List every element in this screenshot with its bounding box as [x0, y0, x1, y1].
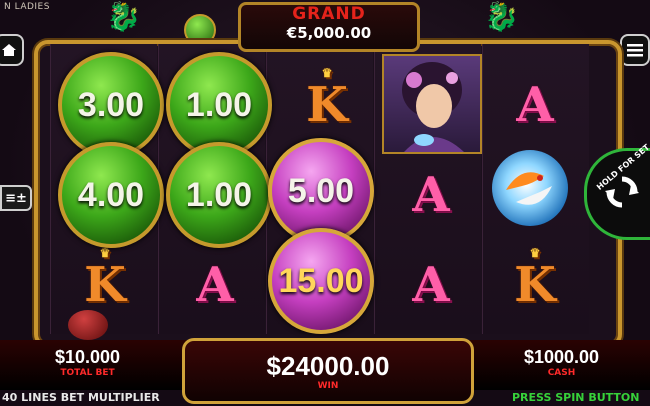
game-title: N LADIES	[4, 2, 50, 12]
cash-display: $1000.00 CASH	[474, 343, 649, 385]
symbol-a: A	[516, 77, 554, 133]
menu-icon	[627, 44, 643, 57]
total-bet-display[interactable]: $10.000 TOTAL BET	[0, 343, 175, 385]
cash-value: $1000.00	[523, 347, 600, 367]
koi-fish-icon	[506, 172, 552, 205]
symbol-k: K ♛	[514, 246, 556, 313]
green-orb-prize: 1.00	[166, 142, 272, 248]
partial-symbol	[68, 310, 108, 340]
symbol-a: A	[412, 257, 450, 313]
symbol-a: A	[412, 167, 450, 223]
koi-fish-symbol	[492, 150, 568, 226]
symbol-k: K ♛	[306, 66, 348, 133]
press-spin-hint: PRESS SPIN BUTTON	[512, 391, 640, 404]
cash-label: CASH	[547, 368, 576, 378]
lady-portrait-icon	[402, 62, 464, 152]
dragon-ornament-right: 🐉	[484, 0, 519, 33]
purple-orb-prize: 15.00	[268, 228, 374, 334]
green-orb-prize: 4.00	[58, 142, 164, 248]
home-icon	[2, 44, 16, 56]
bet-adjust-button[interactable]: ≡±	[0, 185, 32, 211]
symbol-k: K ♛	[84, 246, 126, 313]
grand-jackpot-label: GRAND	[292, 4, 366, 24]
grand-jackpot-value: €5,000.00	[286, 24, 372, 42]
total-bet-label: TOTAL BET	[60, 368, 115, 378]
total-bet-value: $10.000	[54, 347, 121, 367]
win-label: WIN	[317, 381, 339, 391]
win-value: $24000.00	[266, 351, 390, 381]
menu-button[interactable]	[620, 34, 650, 66]
lines-bet-info: 40 LINES BET MULTIPLIER	[2, 391, 160, 404]
lady-symbol	[382, 54, 482, 154]
refresh-icon	[605, 176, 639, 208]
symbol-a: A	[196, 257, 234, 313]
dragon-ornament-left: 🐉	[106, 0, 141, 33]
grand-jackpot-display: GRAND €5,000.00	[238, 2, 420, 52]
home-button[interactable]	[0, 34, 24, 66]
win-display: $24000.00 WIN	[182, 338, 474, 404]
